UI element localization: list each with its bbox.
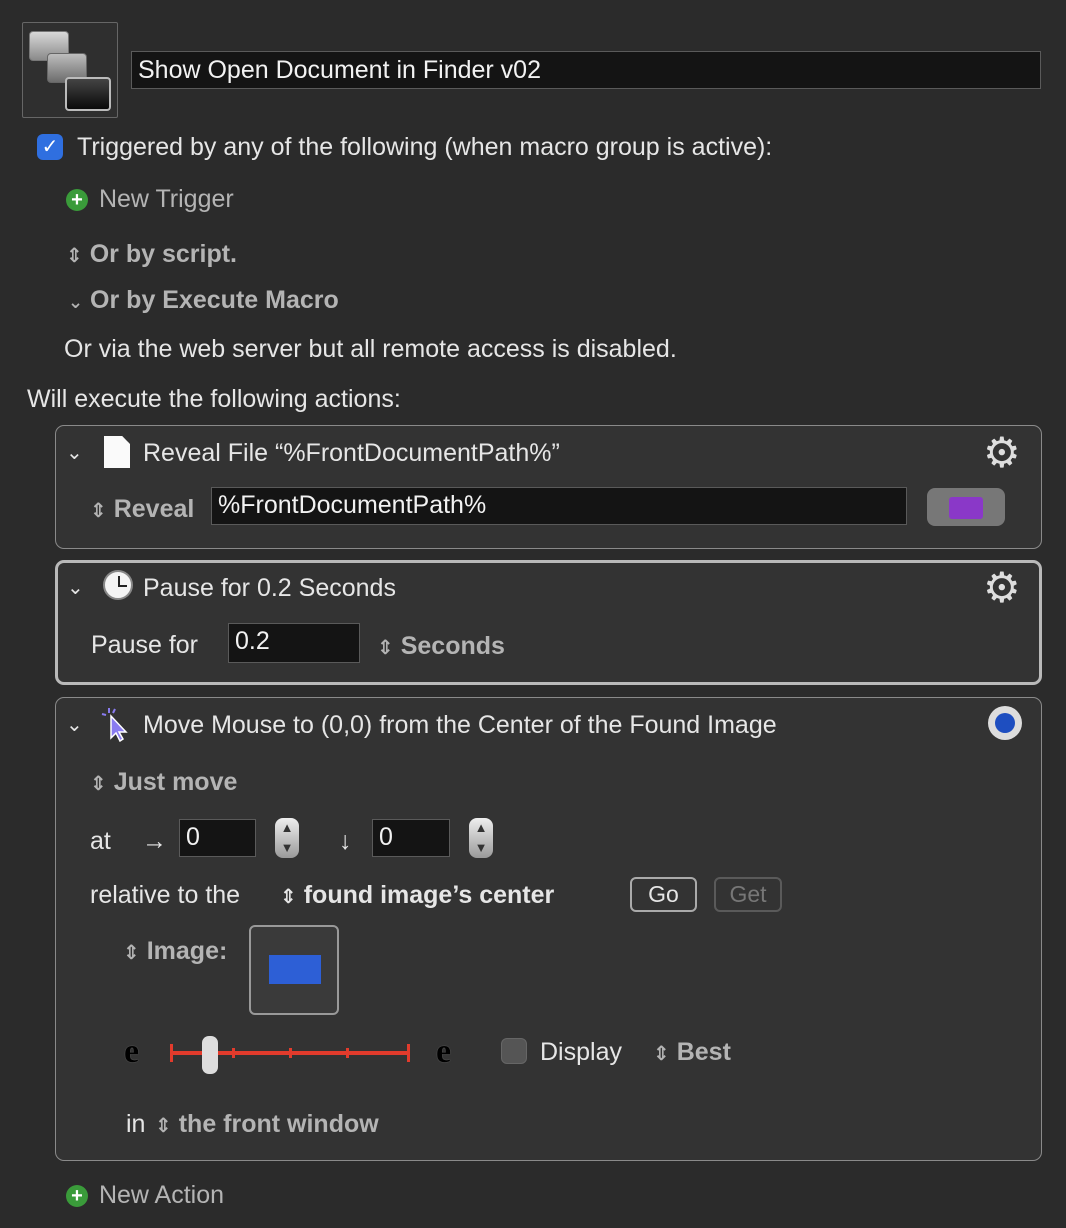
get-button[interactable]: Get bbox=[714, 877, 782, 912]
plus-icon: + bbox=[66, 189, 88, 212]
macro-name-field[interactable]: Show Open Document in Finder v02 bbox=[131, 51, 1041, 89]
at-label: at bbox=[90, 827, 111, 855]
go-button[interactable]: Go bbox=[630, 877, 697, 912]
or-by-execute-macro-toggle[interactable]: ⌄ Or by Execute Macro bbox=[68, 285, 339, 317]
fuzz-low-icon: e bbox=[124, 1033, 140, 1070]
or-by-execute-macro-label: Or by Execute Macro bbox=[90, 286, 339, 314]
time-unit-popup[interactable]: ⇕ Seconds bbox=[377, 631, 505, 663]
updown-icon: ⇕ bbox=[653, 1043, 670, 1065]
or-by-script-label: Or by script. bbox=[89, 240, 237, 268]
fuzz-slider-knob[interactable] bbox=[202, 1036, 219, 1074]
updown-icon: ⇕ bbox=[90, 773, 107, 795]
display-label: Display bbox=[540, 1038, 622, 1066]
action-reveal-file[interactable]: ⌄ Reveal File “%FrontDocumentPath%” ⚙ ⇕ … bbox=[55, 425, 1042, 549]
search-area-popup[interactable]: ⇕ the front window bbox=[155, 1109, 379, 1141]
display-checkbox[interactable] bbox=[501, 1038, 527, 1064]
clock-icon bbox=[103, 570, 133, 600]
action-title: Move Mouse to (0,0) from the Center of t… bbox=[143, 711, 777, 739]
chevron-down-icon[interactable]: ⌄ bbox=[66, 440, 83, 465]
x-offset-field[interactable]: 0 bbox=[179, 819, 256, 857]
chevron-down-icon[interactable]: ⌄ bbox=[67, 575, 84, 600]
updown-icon: ⇕ bbox=[66, 245, 83, 267]
reveal-mode-popup[interactable]: ⇕ Reveal bbox=[90, 494, 194, 526]
chevron-down-icon[interactable]: ⌄ bbox=[66, 712, 83, 737]
fuzz-high-icon: e bbox=[436, 1033, 452, 1070]
relative-popup[interactable]: ⇕ found image’s center bbox=[280, 880, 554, 912]
pause-for-label: Pause for bbox=[91, 631, 199, 659]
new-action-button[interactable]: + New Action bbox=[66, 1180, 224, 1210]
image-well[interactable] bbox=[249, 925, 339, 1015]
macro-icon[interactable] bbox=[22, 22, 118, 118]
new-trigger-label: New Trigger bbox=[98, 185, 234, 213]
or-by-script-toggle[interactable]: ⇕ Or by script. bbox=[66, 239, 237, 271]
image-label: Image: bbox=[146, 937, 228, 965]
y-offset-field[interactable]: 0 bbox=[372, 819, 450, 857]
action-title: Reveal File “%FrontDocumentPath%” bbox=[143, 439, 560, 467]
pause-duration-field[interactable]: 0.2 bbox=[228, 623, 360, 663]
updown-icon: ⇕ bbox=[123, 942, 140, 964]
quality-value: Best bbox=[676, 1038, 731, 1066]
document-icon bbox=[104, 436, 130, 468]
cursor-sparkle-icon bbox=[101, 706, 131, 743]
reveal-path-field[interactable]: %FrontDocumentPath% bbox=[211, 487, 907, 525]
move-mode-popup[interactable]: ⇕ Just move bbox=[90, 767, 237, 799]
image-source-popup[interactable]: ⇕ Image: bbox=[123, 936, 227, 968]
reveal-mode-label: Reveal bbox=[113, 495, 195, 523]
action-title: Pause for 0.2 Seconds bbox=[143, 574, 396, 602]
trigger-enabled-checkbox[interactable]: ✓ bbox=[37, 134, 63, 160]
choose-file-button[interactable] bbox=[927, 488, 1005, 526]
relative-value: found image’s center bbox=[303, 881, 555, 909]
web-server-note: Or via the web server but all remote acc… bbox=[64, 335, 677, 363]
gear-icon[interactable]: ⚙ bbox=[983, 567, 1021, 609]
search-area-value: the front window bbox=[178, 1110, 379, 1138]
move-mode-label: Just move bbox=[113, 768, 238, 796]
new-trigger-button[interactable]: + New Trigger bbox=[66, 184, 234, 214]
action-pause[interactable]: ⌄ Pause for 0.2 Seconds ⚙ Pause for 0.2 … bbox=[55, 560, 1042, 685]
gear-icon[interactable] bbox=[988, 706, 1022, 740]
folder-icon bbox=[949, 497, 983, 519]
gear-icon[interactable]: ⚙ bbox=[983, 432, 1021, 474]
actions-heading: Will execute the following actions: bbox=[27, 385, 401, 413]
found-image-swatch bbox=[269, 955, 321, 984]
in-label: in bbox=[126, 1110, 146, 1138]
action-move-mouse[interactable]: ⌄ Move Mouse to (0,0) from the Center of… bbox=[55, 697, 1042, 1161]
relative-label: relative to the bbox=[90, 881, 241, 909]
y-stepper-icon[interactable]: ▲ ▼ bbox=[469, 818, 493, 858]
updown-icon: ⇕ bbox=[155, 1115, 172, 1137]
arrow-down-icon: ↓ bbox=[339, 827, 352, 855]
time-unit-label: Seconds bbox=[400, 632, 505, 660]
quality-popup[interactable]: ⇕ Best bbox=[653, 1037, 731, 1069]
chevron-down-icon: ⌄ bbox=[68, 292, 84, 312]
fuzz-slider[interactable] bbox=[170, 1036, 410, 1074]
updown-icon: ⇕ bbox=[90, 500, 107, 522]
x-stepper-icon[interactable]: ▲ ▼ bbox=[275, 818, 299, 858]
triggers-heading: Triggered by any of the following (when … bbox=[77, 133, 773, 161]
arrow-right-icon: → bbox=[142, 827, 167, 855]
new-action-label: New Action bbox=[98, 1181, 225, 1209]
updown-icon: ⇕ bbox=[377, 637, 394, 659]
plus-icon: + bbox=[66, 1185, 88, 1208]
updown-icon: ⇕ bbox=[280, 886, 297, 908]
